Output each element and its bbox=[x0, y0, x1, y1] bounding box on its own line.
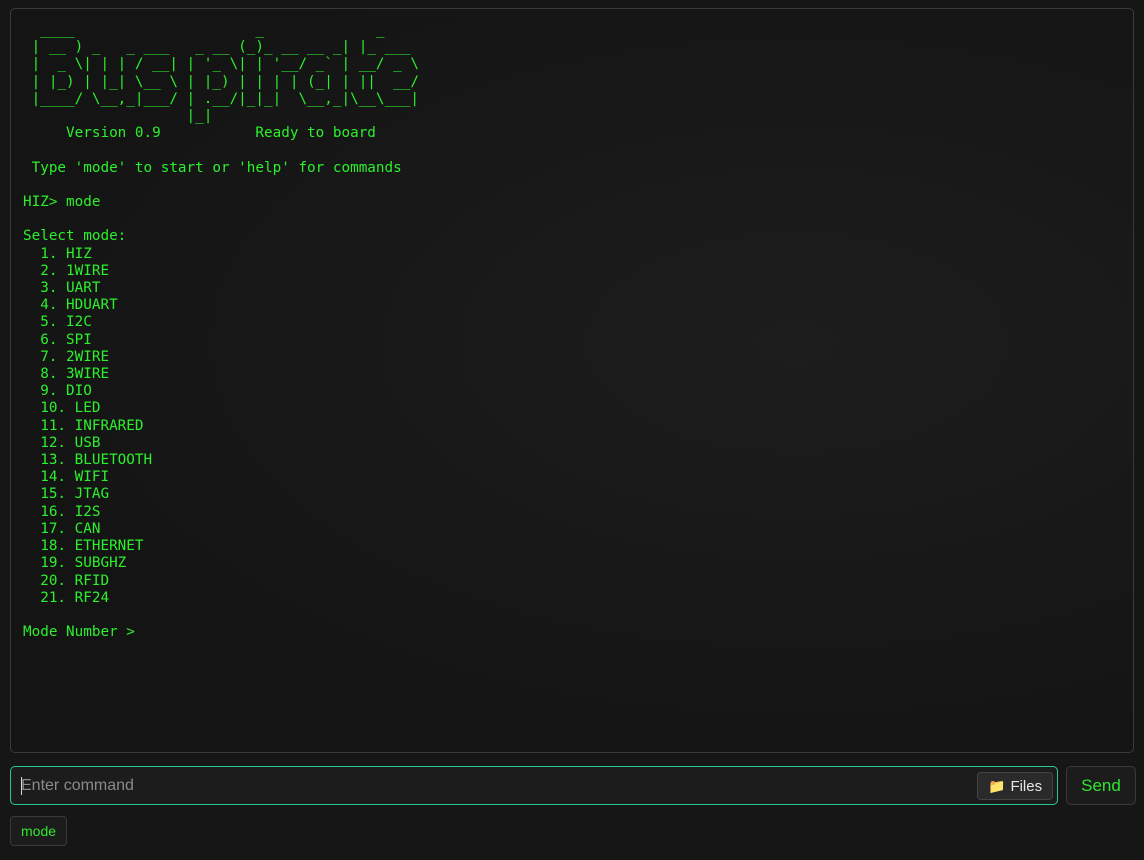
terminal-line: 12. USB bbox=[23, 434, 101, 451]
terminal-window[interactable]: ____ _ _ | __ ) _ _ ___ _ __ (_)_ __ __ … bbox=[10, 8, 1134, 753]
terminal-line: 13. BLUETOOTH bbox=[23, 452, 153, 469]
terminal-line: ____ _ _ bbox=[23, 22, 385, 38]
terminal-line: Select mode: bbox=[23, 228, 127, 245]
terminal-line: 9. DIO bbox=[23, 383, 92, 400]
terminal-line: 4. HDUART bbox=[23, 297, 118, 314]
terminal-line: 19. SUBGHZ bbox=[23, 555, 127, 572]
terminal-line: Mode Number > bbox=[23, 624, 135, 641]
terminal-line: 7. 2WIRE bbox=[23, 348, 110, 365]
terminal-line: HIZ> mode bbox=[23, 194, 101, 211]
terminal-line: 5. I2C bbox=[23, 314, 92, 331]
terminal-line: Type 'mode' to start or 'help' for comma… bbox=[23, 159, 402, 176]
terminal-line: 18. ETHERNET bbox=[23, 538, 144, 555]
terminal-line: 10. LED bbox=[23, 400, 101, 417]
terminal-line: 1. HIZ bbox=[23, 245, 92, 262]
terminal-line: 16. I2S bbox=[23, 503, 101, 520]
terminal-output: ____ _ _ | __ ) _ _ ___ _ __ (_)_ __ __ … bbox=[23, 22, 419, 641]
command-input-box[interactable]: 📁 Files bbox=[10, 766, 1058, 805]
terminal-line: 6. SPI bbox=[23, 331, 92, 348]
terminal-line: 14. WIFI bbox=[23, 469, 110, 486]
files-button[interactable]: 📁 Files bbox=[977, 772, 1054, 800]
terminal-line: |_| bbox=[23, 108, 213, 125]
terminal-line: 20. RFID bbox=[23, 572, 110, 589]
terminal-line: 2. 1WIRE bbox=[23, 262, 110, 279]
history-chip-mode[interactable]: mode bbox=[10, 816, 68, 846]
files-button-label: Files bbox=[1010, 777, 1043, 795]
folder-icon: 📁 bbox=[988, 777, 1006, 794]
terminal-line: | __ ) _ _ ___ _ __ (_)_ __ __ _| |_ ___ bbox=[23, 39, 411, 56]
command-bar: 📁 Files Send bbox=[10, 766, 1136, 805]
terminal-line: 21. RF24 bbox=[23, 589, 110, 606]
terminal-line: |____/ \__,_|___/ | .__/|_|_| \__,_|\__\… bbox=[23, 90, 419, 107]
terminal-line: | |_) | |_| \__ \ | |_) | | | | (_| | ||… bbox=[23, 73, 419, 90]
terminal-line: 11. INFRARED bbox=[23, 417, 144, 434]
terminal-line: 15. JTAG bbox=[23, 486, 110, 503]
send-button[interactable]: Send bbox=[1066, 766, 1136, 805]
terminal-line: 17. CAN bbox=[23, 520, 101, 537]
command-input[interactable] bbox=[21, 767, 971, 804]
terminal-line: 8. 3WIRE bbox=[23, 366, 110, 383]
text-caret bbox=[21, 777, 22, 795]
terminal-line: 3. UART bbox=[23, 280, 101, 297]
terminal-line: Version 0.9 Ready to board bbox=[23, 125, 376, 142]
terminal-line: | _ \| | | / __| | '_ \| | '__/ _` | __/… bbox=[23, 56, 419, 73]
